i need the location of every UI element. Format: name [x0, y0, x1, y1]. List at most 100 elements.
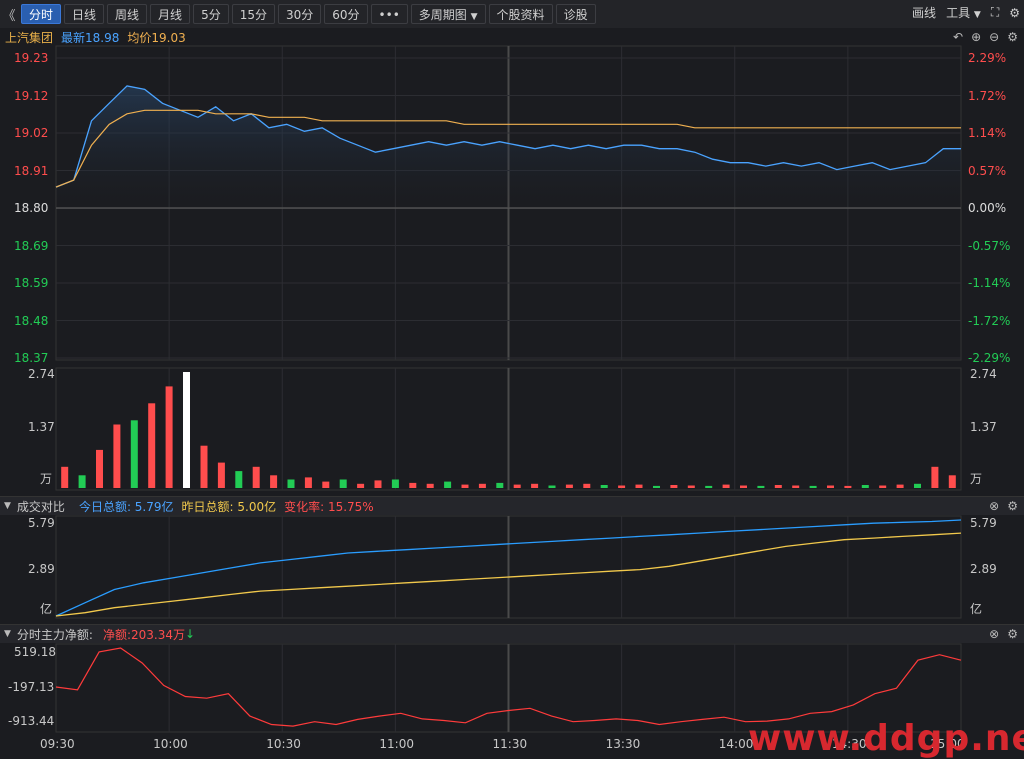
yesterday-total-line	[55, 532, 962, 617]
chevron-down-icon: ▼	[470, 12, 478, 22]
volume-unit-label-right: 万	[970, 472, 983, 486]
volume-bar	[670, 485, 678, 488]
tab-monthly[interactable]: 月线	[150, 4, 191, 24]
volume-bar	[478, 483, 486, 488]
draw-line-button[interactable]: 画线	[912, 4, 936, 21]
price-tick-right: 2.29%	[968, 51, 1007, 65]
time-tick: 10:30	[266, 737, 301, 751]
multi-period-button[interactable]: 多周期图 ▼	[410, 4, 486, 24]
price-line	[55, 85, 961, 188]
volume-bar	[705, 485, 713, 488]
volume-bar	[618, 485, 626, 488]
settings-icon[interactable]: ⚙	[1007, 499, 1018, 513]
time-tick: 10:00	[153, 737, 188, 751]
compare-mid-label: 2.89	[28, 562, 55, 576]
volume-bar	[374, 480, 382, 488]
close-icon[interactable]: ⊗	[989, 627, 999, 641]
volume-bar	[96, 449, 103, 488]
volume-bar	[357, 483, 365, 488]
zoom-out-icon[interactable]: ⊖	[989, 30, 999, 44]
toolbar-right: 画线 工具 ▼ ⛶ ⚙	[912, 4, 1020, 21]
flow-axis-top: 519.18	[14, 645, 56, 659]
collapse-icon[interactable]: ▼	[4, 629, 11, 639]
volume-bar	[948, 475, 956, 488]
stock-info-bar: 上汽集团 最新18.98 均价19.03 ↶ ⊕ ⊖ ⚙	[0, 28, 1024, 46]
stock-info-button[interactable]: 个股资料	[488, 4, 553, 24]
volume-bar	[600, 485, 608, 488]
flow-chart	[55, 647, 962, 727]
tab-30min[interactable]: 30分	[277, 4, 322, 24]
settings-icon[interactable]: ⚙	[1007, 627, 1018, 641]
tab-60min[interactable]: 60分	[324, 4, 368, 24]
volume-bar	[148, 403, 156, 488]
price-tick-left: 18.59	[14, 276, 49, 290]
more-button[interactable]: •••	[370, 4, 408, 24]
panel-frame	[55, 45, 962, 361]
volume-bar	[409, 482, 417, 488]
volume-bar	[183, 372, 190, 488]
price-panel-icons: ↶ ⊕ ⊖ ⚙	[953, 30, 1018, 44]
volume-bar	[635, 484, 643, 488]
volume-bar	[653, 485, 660, 488]
volume-bar	[130, 420, 138, 488]
volume-bar	[270, 475, 278, 488]
compare-chart	[55, 519, 962, 617]
volume-bar	[774, 485, 782, 488]
price-tick-left: 18.69	[14, 238, 49, 253]
close-icon[interactable]: ⊗	[989, 499, 999, 513]
price-chart	[55, 85, 961, 208]
volume-chart	[61, 372, 956, 488]
volume-bar	[896, 484, 904, 488]
undo-icon[interactable]: ↶	[953, 30, 963, 44]
volume-mid-label-right: 1.37	[970, 420, 997, 434]
tab-daily[interactable]: 日线	[64, 4, 105, 24]
collapse-icon[interactable]: ▼	[4, 501, 11, 511]
compare-unit-label-right: 亿	[970, 602, 983, 616]
compare-top-label: 5.79	[28, 516, 55, 530]
volume-bar	[757, 485, 765, 488]
volume-bar	[687, 485, 695, 488]
down-arrow-icon: ↓	[185, 627, 196, 641]
time-tick: 13:30	[605, 737, 641, 751]
volume-bar	[61, 466, 69, 488]
tab-15min[interactable]: 15分	[231, 4, 275, 24]
panel-frame	[55, 367, 962, 491]
diagnose-button[interactable]: 诊股	[555, 4, 596, 24]
tab-weekly[interactable]: 周线	[107, 4, 148, 24]
flow-line	[55, 647, 962, 727]
tab-5min[interactable]: 5分	[193, 4, 229, 24]
price-tick-left: 19.02	[14, 126, 49, 140]
compare-unit-label: 亿	[40, 602, 53, 616]
volume-bar	[444, 481, 452, 488]
volume-bar	[426, 483, 434, 488]
price-tick-right: -2.29%	[968, 351, 1011, 365]
price-tick-left: 19.12	[14, 88, 49, 103]
price-area-fill	[56, 85, 961, 208]
time-tick: 09:30	[40, 737, 75, 751]
volume-bar	[217, 462, 225, 488]
volume-bar	[322, 481, 330, 488]
volume-bar	[531, 483, 539, 488]
volume-bar	[565, 484, 573, 488]
nav-back-button[interactable]: 《	[0, 5, 18, 24]
volume-bar	[914, 483, 921, 488]
latest-price: 最新18.98	[61, 30, 120, 45]
settings-icon[interactable]: ⚙	[1007, 30, 1018, 44]
tools-button[interactable]: 工具 ▼	[946, 4, 981, 21]
volume-bar	[461, 484, 469, 488]
flow-axis-mid: -197.13	[8, 680, 55, 694]
expand-icon[interactable]: ⛶	[991, 5, 999, 20]
avg-price-line	[55, 109, 961, 188]
today-total: 今日总额: 5.79亿	[78, 499, 174, 514]
tab-fenshi[interactable]: 分时	[21, 4, 62, 24]
zoom-in-icon[interactable]: ⊕	[971, 30, 981, 44]
volume-bar	[879, 485, 887, 488]
watermark: www.ddgp.net	[748, 718, 1024, 759]
volume-bar	[722, 484, 730, 488]
volume-mid-label: 1.37	[28, 420, 55, 434]
volume-bar	[339, 479, 347, 488]
settings-icon[interactable]: ⚙	[1009, 6, 1020, 20]
compare-panel-header: ▼ 成交对比 今日总额: 5.79亿 昨日总额: 5.00亿 变化率: 15.7…	[0, 496, 1024, 515]
chevron-down-icon: ▼	[973, 10, 981, 20]
compare-panel-icons: ⊗ ⚙	[989, 499, 1018, 513]
